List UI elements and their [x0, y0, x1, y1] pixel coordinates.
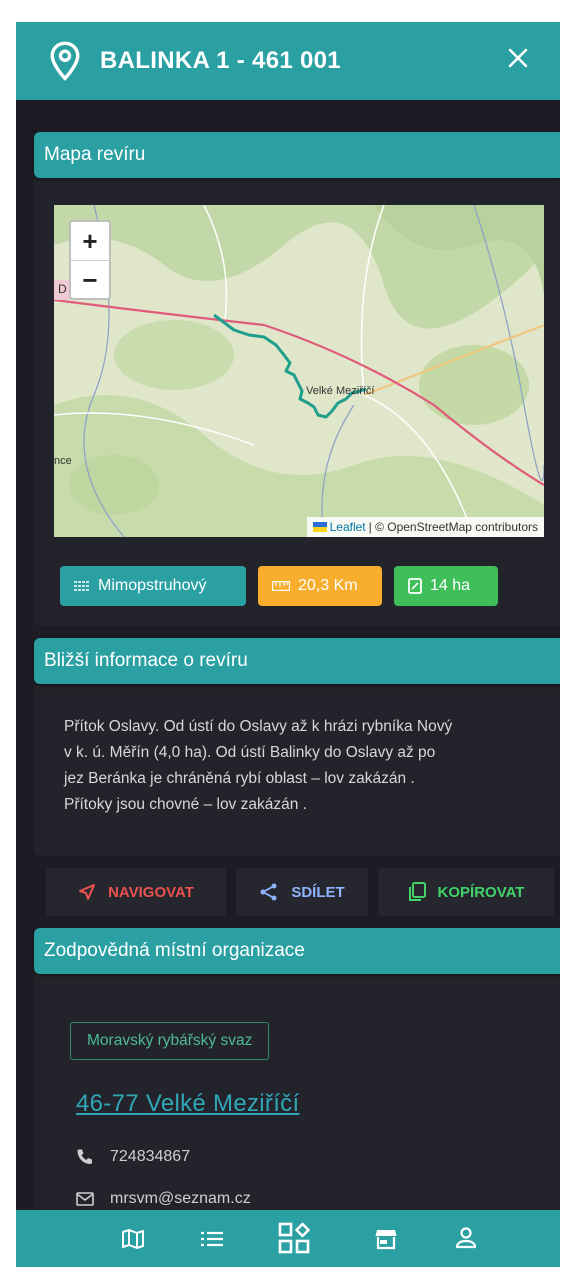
info-text: Přítok Oslavy. Od ústí do Oslavy až k hr… [34, 684, 560, 818]
bottom-navigation [16, 1210, 560, 1267]
navigation-arrow-icon [79, 884, 96, 900]
chip-water-type-label: Mimopstruhový [98, 577, 207, 594]
location-pin-icon [50, 41, 80, 81]
organization-card-title: Zodpovědná místní organizace [34, 928, 560, 974]
apps-icon[interactable] [278, 1222, 310, 1254]
area-icon [408, 578, 422, 594]
chip-length-label: 20,3 Km [298, 577, 358, 594]
share-button[interactable]: SDÍLET [236, 868, 368, 916]
store-icon[interactable] [375, 1228, 397, 1250]
zoom-in-button[interactable]: + [71, 222, 109, 261]
email-address: mrsvm@seznam.cz [110, 1190, 251, 1207]
share-label: SDÍLET [291, 883, 345, 901]
close-button[interactable] [500, 40, 536, 76]
close-icon [508, 48, 528, 68]
info-card: Bližší informace o revíru Přítok Oslavy.… [34, 638, 560, 856]
email-row[interactable]: mrsvm@seznam.cz [76, 1190, 251, 1208]
chip-area: 14 ha [394, 566, 498, 606]
map-edge-label-side: nce [54, 455, 72, 467]
map-card: Mapa revíru Velké Meziříčí D nce + − Lea… [34, 132, 560, 626]
ruler-icon [272, 581, 290, 591]
map-attribution: Leaflet | © OpenStreetMap contributors [306, 517, 544, 537]
map-town-label: Velké Meziříčí [306, 385, 375, 397]
user-icon[interactable] [455, 1227, 477, 1249]
organization-link[interactable]: 46-77 Velké Meziříčí [76, 1090, 299, 1118]
share-icon [260, 883, 277, 901]
attribution-text: | © OpenStreetMap contributors [368, 520, 538, 534]
navigate-button[interactable]: NAVIGOVAT [46, 868, 226, 916]
action-buttons: NAVIGOVAT SDÍLET KOPÍROVAT [46, 868, 554, 916]
map-card-title: Mapa revíru [34, 132, 560, 178]
mail-icon [76, 1192, 94, 1206]
info-line: jez Beránka je chráněná rybí oblast – lo… [64, 770, 415, 787]
phone-icon [77, 1149, 92, 1164]
info-card-title: Bližší informace o revíru [34, 638, 560, 684]
info-line: Přítoky jsou chovné – lov zakázán . [64, 796, 307, 813]
copy-button[interactable]: KOPÍROVAT [378, 868, 554, 916]
header-bar: BALINKA 1 - 461 001 [16, 22, 560, 100]
chip-water-type: Mimopstruhový [60, 566, 246, 606]
map-edge-label: D [58, 282, 67, 296]
phone-number: 724834867 [110, 1148, 191, 1165]
copy-icon [408, 882, 426, 901]
attribute-chips: Mimopstruhový 20,3 Km 14 ha [60, 566, 498, 606]
info-line: Přítok Oslavy. Od ústí do Oslavy až k hr… [64, 718, 453, 735]
map-tiles [54, 205, 544, 537]
organization-badge: Moravský rybářský svaz [70, 1022, 270, 1060]
map-icon[interactable] [122, 1229, 144, 1249]
navigate-label: NAVIGOVAT [108, 883, 194, 901]
phone-row[interactable]: 724834867 [76, 1148, 190, 1166]
chip-area-label: 14 ha [430, 577, 471, 594]
info-line: v k. ú. Měřín (4,0 ha). Od ústí Balinky … [64, 744, 436, 761]
organization-card: Zodpovědná místní organizace Moravský ry… [34, 928, 560, 1210]
app-frame: BALINKA 1 - 461 001 Mapa revíru Velké Me… [16, 22, 560, 1267]
zoom-out-button[interactable]: − [71, 261, 109, 299]
ukraine-flag-icon [312, 522, 327, 532]
content-scroll[interactable]: Mapa revíru Velké Meziříčí D nce + − Lea… [16, 100, 560, 1210]
list-icon[interactable] [201, 1231, 223, 1247]
zoom-control: + − [69, 220, 111, 300]
page-title: BALINKA 1 - 461 001 [100, 47, 341, 74]
leaflet-link[interactable]: Leaflet [330, 520, 366, 534]
chip-length: 20,3 Km [258, 566, 382, 606]
copy-label: KOPÍROVAT [437, 883, 525, 901]
waves-icon [74, 581, 90, 591]
map-view[interactable]: Velké Meziříčí D nce + − Leaflet | © Ope… [54, 205, 544, 537]
